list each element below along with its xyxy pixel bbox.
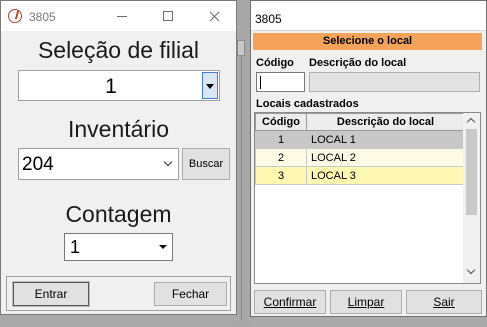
- maximize-icon: [163, 11, 173, 21]
- minimize-button[interactable]: [99, 1, 145, 31]
- background-control: [237, 40, 245, 56]
- right-window-title: 3805: [255, 12, 282, 26]
- inventario-combobox[interactable]: 204: [18, 148, 179, 180]
- filial-select[interactable]: 1: [18, 70, 220, 101]
- divider: [241, 40, 242, 320]
- row-descricao[interactable]: LOCAL 1: [306, 130, 465, 149]
- left-title-bar[interactable]: 3805: [1, 1, 236, 31]
- table-row[interactable]: 3 LOCAL 3: [255, 166, 465, 185]
- descricao-input: [309, 72, 480, 92]
- left-window-title: 3805: [29, 10, 56, 24]
- text-caret: [260, 76, 261, 89]
- inventario-label: Inventário: [67, 116, 169, 142]
- sair-button[interactable]: Sair: [406, 290, 482, 314]
- locais-table: Código Descrição do local 1 LOCAL 1 2 LO…: [255, 113, 465, 185]
- right-title-bar[interactable]: 3805: [251, 1, 486, 31]
- entrar-button[interactable]: Entrar: [12, 281, 90, 307]
- locais-label: Locais cadastrados: [256, 98, 359, 110]
- dropdown-arrow-icon: [206, 84, 214, 89]
- contagem-select[interactable]: 1: [64, 233, 173, 261]
- close-button[interactable]: [191, 1, 237, 31]
- inventario-value: 204: [22, 154, 54, 175]
- locais-grid[interactable]: Código Descrição do local 1 LOCAL 1 2 LO…: [254, 112, 481, 284]
- maximize-button[interactable]: [145, 1, 191, 31]
- contagem-label: Contagem: [65, 201, 172, 227]
- limpar-button[interactable]: Limpar: [330, 290, 402, 314]
- contagem-dropdown-button[interactable]: [155, 235, 171, 259]
- section-header: Selecione o local: [253, 33, 482, 50]
- filial-dropdown-button[interactable]: [202, 72, 218, 99]
- minimize-icon: [117, 16, 127, 17]
- right-button-panel: Confirmar Limpar Sair: [254, 290, 483, 315]
- row-descricao[interactable]: LOCAL 3: [306, 166, 465, 185]
- table-row[interactable]: 1 LOCAL 1: [255, 130, 465, 149]
- codigo-input[interactable]: [256, 72, 305, 92]
- codigo-label: Código: [256, 57, 294, 69]
- row-codigo[interactable]: 1: [255, 130, 307, 149]
- scrollbar-thumb[interactable]: [466, 129, 477, 215]
- app-logo-icon: [8, 9, 22, 23]
- descricao-label: Descrição do local: [309, 57, 407, 69]
- filial-label: Seleção de filial: [37, 37, 200, 63]
- buscar-button[interactable]: Buscar: [182, 148, 230, 180]
- row-descricao[interactable]: LOCAL 2: [306, 148, 465, 167]
- row-codigo[interactable]: 3: [255, 166, 307, 185]
- confirmar-button[interactable]: Confirmar: [254, 290, 326, 314]
- fechar-button[interactable]: Fechar: [154, 282, 227, 306]
- dropdown-arrow-icon: [159, 245, 167, 249]
- filial-value: 1: [105, 75, 117, 98]
- local-selection-window: 3805 Selecione o local Código Descrição …: [250, 0, 487, 317]
- left-button-panel: Entrar Fechar: [6, 276, 231, 311]
- row-codigo[interactable]: 2: [255, 148, 307, 167]
- filial-selection-window: 3805 Seleção de filial 1 Inventário 204 …: [0, 0, 237, 315]
- column-header-descricao[interactable]: Descrição do local: [306, 113, 465, 131]
- background-window-edge: [237, 0, 250, 327]
- scroll-up-icon[interactable]: [466, 117, 476, 127]
- contagem-value: 1: [70, 237, 81, 257]
- chevron-down-icon[interactable]: [163, 157, 173, 167]
- column-header-codigo[interactable]: Código: [255, 113, 307, 131]
- vertical-scrollbar[interactable]: [463, 113, 480, 283]
- table-header-row: Código Descrição do local: [255, 113, 465, 131]
- table-row[interactable]: 2 LOCAL 2: [255, 148, 465, 167]
- scroll-down-icon[interactable]: [466, 265, 476, 275]
